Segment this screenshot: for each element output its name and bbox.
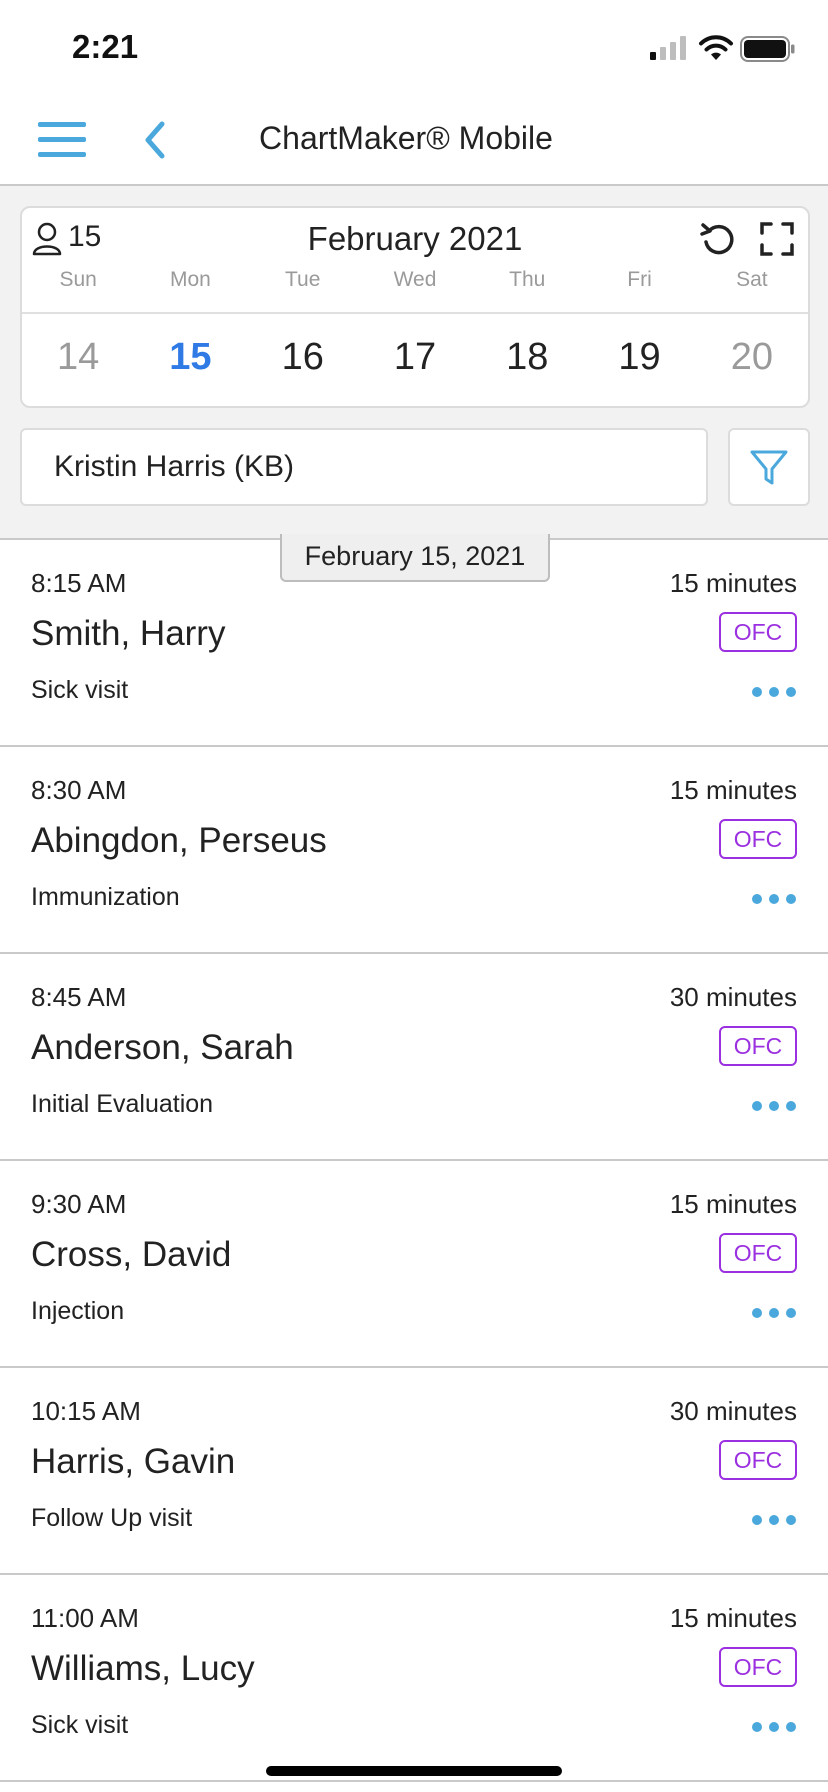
appointment-reason: Injection bbox=[31, 1297, 125, 1325]
status-bar: 2:21 bbox=[0, 0, 828, 96]
provider-name: Kristin Harris (KB) bbox=[54, 450, 295, 483]
patient-name: Harris, Gavin bbox=[31, 1442, 236, 1481]
weekday-label: Thu bbox=[509, 268, 546, 291]
schedule-header: 15 February 2021 Sun Mon Tue Wed Thu Fri… bbox=[0, 186, 828, 540]
appointment-type-badge: OFC bbox=[719, 1440, 797, 1480]
patient-name: Anderson, Sarah bbox=[31, 1028, 294, 1067]
cellular-signal-icon bbox=[650, 36, 686, 60]
provider-selector[interactable]: Kristin Harris (KB) bbox=[20, 428, 708, 506]
appointment-row[interactable]: 8:45 AM 30 minutes Anderson, Sarah OFC I… bbox=[0, 954, 828, 1161]
calendar-day[interactable]: 19 bbox=[583, 336, 695, 386]
appointment-type-badge: OFC bbox=[719, 1233, 797, 1273]
expand-icon[interactable] bbox=[760, 222, 794, 256]
more-options-icon[interactable] bbox=[751, 686, 797, 698]
appointment-reason: Sick visit bbox=[31, 676, 129, 704]
calendar-divider bbox=[22, 312, 808, 314]
filter-icon bbox=[750, 450, 788, 485]
appointment-type-badge: OFC bbox=[719, 1647, 797, 1687]
appointment-reason: Initial Evaluation bbox=[31, 1090, 214, 1118]
weekday-label: Mon bbox=[169, 268, 211, 291]
patient-name: Williams, Lucy bbox=[31, 1649, 255, 1688]
weekday-header: Sun Mon Tue Wed Thu Fri Sat bbox=[22, 268, 808, 298]
wifi-icon bbox=[699, 35, 733, 60]
appointment-reason: Follow Up visit bbox=[31, 1504, 193, 1532]
appointment-time: 10:15 AM bbox=[31, 1396, 141, 1426]
appointment-row[interactable]: 8:30 AM 15 minutes Abingdon, Perseus OFC… bbox=[0, 747, 828, 954]
patient-name: Smith, Harry bbox=[31, 614, 226, 653]
week-calendar: 15 February 2021 Sun Mon Tue Wed Thu Fri… bbox=[20, 206, 810, 408]
day-row: 14 15 16 17 18 19 20 bbox=[22, 336, 808, 386]
calendar-day[interactable]: 20 bbox=[696, 336, 808, 386]
appointment-type-badge: OFC bbox=[719, 1026, 797, 1066]
more-options-icon[interactable] bbox=[751, 1307, 797, 1319]
more-options-icon[interactable] bbox=[751, 1100, 797, 1112]
page-title: ChartMaker® Mobile bbox=[0, 120, 828, 157]
appointment-reason: Sick visit bbox=[31, 1711, 129, 1739]
more-options-icon[interactable] bbox=[751, 1514, 797, 1526]
patient-name: Abingdon, Perseus bbox=[31, 821, 327, 860]
appointment-time: 8:30 AM bbox=[31, 775, 127, 805]
patient-name: Cross, David bbox=[31, 1235, 232, 1274]
more-options-icon[interactable] bbox=[751, 893, 797, 905]
appointment-time: 9:30 AM bbox=[31, 1189, 127, 1219]
appointment-type-badge: OFC bbox=[719, 819, 797, 859]
calendar-day[interactable]: 17 bbox=[359, 336, 471, 386]
status-time: 2:21 bbox=[72, 28, 139, 65]
home-indicator bbox=[266, 1766, 562, 1776]
calendar-day[interactable]: 18 bbox=[471, 336, 583, 386]
refresh-icon[interactable] bbox=[700, 220, 736, 258]
appointment-list: 8:15 AM 15 minutes Smith, Harry OFC Sick… bbox=[0, 540, 828, 1782]
appointment-duration: 15 minutes bbox=[669, 1189, 797, 1219]
weekday-label: Sat bbox=[736, 268, 768, 291]
appointment-reason: Immunization bbox=[31, 883, 180, 911]
appointment-row[interactable]: 11:00 AM 15 minutes Williams, Lucy OFC S… bbox=[0, 1575, 828, 1782]
appointment-row[interactable]: 10:15 AM 30 minutes Harris, Gavin OFC Fo… bbox=[0, 1368, 828, 1575]
appointment-duration: 15 minutes bbox=[669, 1603, 797, 1633]
calendar-day-selected[interactable]: 15 bbox=[134, 336, 246, 386]
calendar-day[interactable]: 14 bbox=[22, 336, 134, 386]
appointment-duration: 30 minutes bbox=[669, 982, 797, 1012]
appointment-time: 8:45 AM bbox=[31, 982, 127, 1012]
weekday-label: Fri bbox=[627, 268, 652, 291]
more-options-icon[interactable] bbox=[751, 1721, 797, 1733]
appointment-row[interactable]: 9:30 AM 15 minutes Cross, David OFC Inje… bbox=[0, 1161, 828, 1368]
appointment-time: 8:15 AM bbox=[31, 568, 127, 598]
navigation-bar: ChartMaker® Mobile bbox=[0, 96, 828, 186]
appointment-duration: 30 minutes bbox=[669, 1396, 797, 1426]
weekday-label: Tue bbox=[284, 268, 321, 291]
weekday-label: Sun bbox=[59, 268, 97, 291]
page-title-text: ChartMaker® Mobile bbox=[259, 120, 553, 156]
appointment-time: 11:00 AM bbox=[31, 1603, 139, 1633]
appointment-type-badge: OFC bbox=[719, 612, 797, 652]
appointment-duration: 15 minutes bbox=[669, 568, 797, 598]
weekday-label: Wed bbox=[393, 268, 437, 291]
appointment-duration: 15 minutes bbox=[669, 775, 797, 805]
filter-button[interactable] bbox=[728, 428, 810, 506]
battery-icon bbox=[740, 36, 795, 62]
calendar-day[interactable]: 16 bbox=[247, 336, 359, 386]
calendar-month: February 2021 bbox=[307, 220, 523, 257]
list-date-header: February 15, 2021 bbox=[280, 534, 550, 582]
